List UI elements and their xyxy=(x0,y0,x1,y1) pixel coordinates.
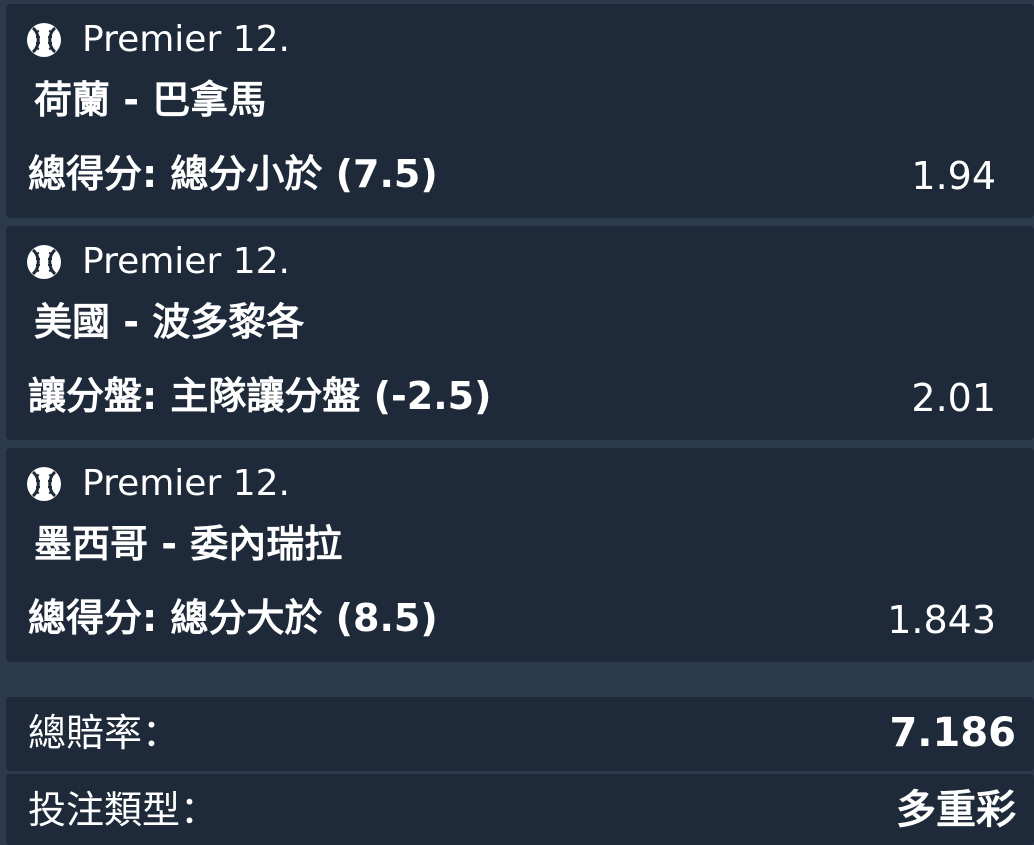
baseball-icon xyxy=(27,467,61,501)
selection-odds: 2.01 xyxy=(911,376,996,420)
baseball-icon xyxy=(27,23,61,57)
selection-odds: 1.94 xyxy=(911,154,996,198)
league-row: Premier 12. xyxy=(26,18,290,62)
league-name: Premier 12. xyxy=(82,241,290,282)
match-name: 荷蘭 - 巴拿馬 xyxy=(34,78,267,122)
market-selection: 讓分盤: 主隊讓分盤 (-2.5) xyxy=(28,374,492,418)
bet-slip: Premier 12. 荷蘭 - 巴拿馬 總得分: 總分小於 (7.5) 1.9… xyxy=(0,0,1034,845)
selection-odds: 1.843 xyxy=(887,598,996,642)
league-name: Premier 12. xyxy=(82,19,290,60)
bet-type-label: 投注類型： xyxy=(28,788,219,832)
league-name: Premier 12. xyxy=(82,463,290,504)
selection-card[interactable]: Premier 12. 荷蘭 - 巴拿馬 總得分: 總分小於 (7.5) 1.9… xyxy=(6,4,1034,218)
match-name: 美國 - 波多黎各 xyxy=(34,300,305,344)
total-odds-row: 總賠率： 7.186 xyxy=(6,697,1034,771)
match-name: 墨西哥 - 委內瑞拉 xyxy=(34,522,343,566)
selection-card[interactable]: Premier 12. 美國 - 波多黎各 讓分盤: 主隊讓分盤 (-2.5) … xyxy=(6,226,1034,440)
selection-card[interactable]: Premier 12. 墨西哥 - 委內瑞拉 總得分: 總分大於 (8.5) 1… xyxy=(6,448,1034,662)
total-odds-value: 7.186 xyxy=(889,710,1016,756)
bet-type-row: 投注類型： 多重彩 xyxy=(6,774,1034,845)
market-selection: 總得分: 總分小於 (7.5) xyxy=(28,152,438,196)
total-odds-label: 總賠率： xyxy=(28,711,181,755)
league-row: Premier 12. xyxy=(26,240,290,284)
league-row: Premier 12. xyxy=(26,462,290,506)
bet-type-value: 多重彩 xyxy=(896,787,1016,833)
baseball-icon xyxy=(27,245,61,279)
market-selection: 總得分: 總分大於 (8.5) xyxy=(28,596,438,640)
